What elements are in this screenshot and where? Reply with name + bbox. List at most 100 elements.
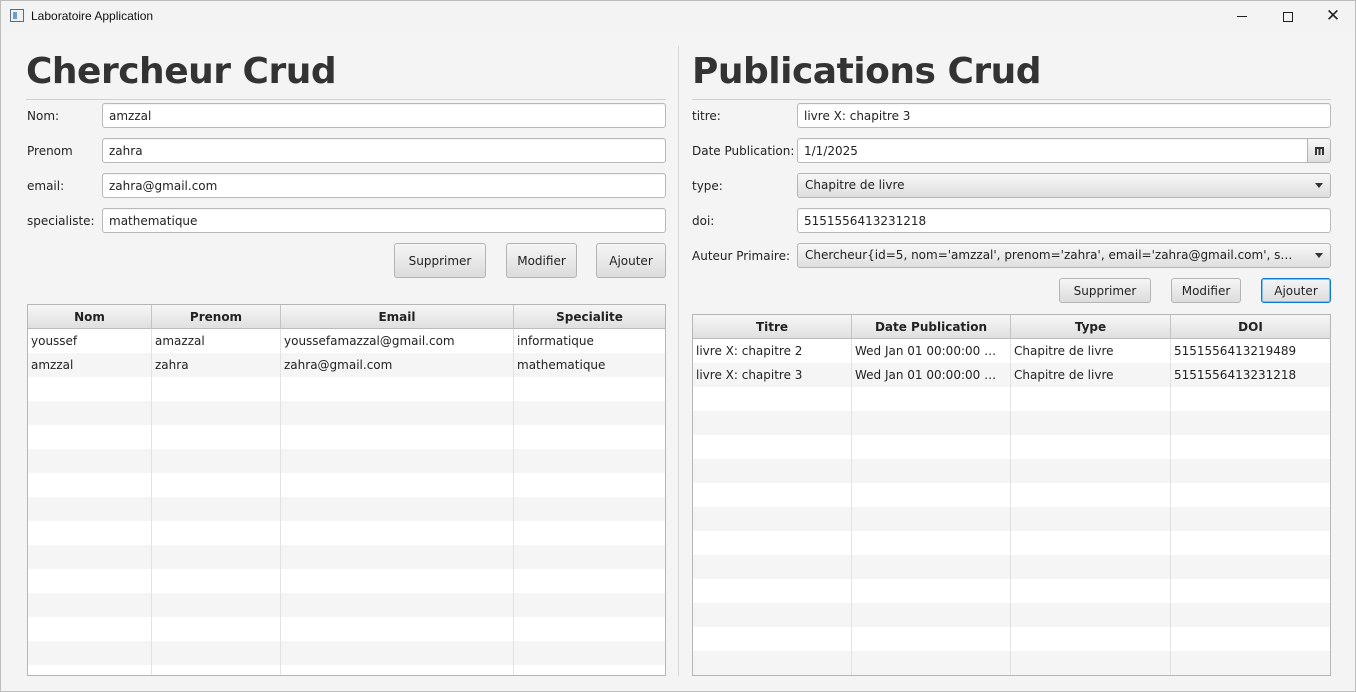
calendar-icon bbox=[1314, 146, 1324, 155]
table-row[interactable]: livre X: chapitre 3 Wed Jan 01 00:00:00 … bbox=[693, 363, 1330, 387]
empty-cell bbox=[852, 387, 1011, 411]
column-header-type[interactable]: Type bbox=[1011, 315, 1171, 339]
publication-modifier-button[interactable]: Modifier bbox=[1171, 278, 1241, 303]
empty-cell bbox=[1011, 459, 1171, 483]
empty-table-row bbox=[28, 593, 665, 617]
empty-table-row bbox=[28, 401, 665, 425]
empty-cell bbox=[514, 593, 665, 617]
empty-cell bbox=[514, 569, 665, 593]
table-row[interactable]: amzzal zahra zahra@gmail.com mathematiqu… bbox=[28, 353, 665, 377]
chercheur-modifier-button[interactable]: Modifier bbox=[506, 243, 577, 278]
maximize-button[interactable] bbox=[1265, 1, 1311, 32]
empty-cell bbox=[28, 641, 152, 665]
column-header-titre[interactable]: Titre bbox=[693, 315, 852, 339]
empty-cell bbox=[28, 521, 152, 545]
empty-cell bbox=[1171, 507, 1330, 531]
empty-cell bbox=[1011, 603, 1171, 627]
specialiste-input[interactable] bbox=[102, 208, 666, 233]
email-input[interactable] bbox=[102, 173, 666, 198]
empty-table-row bbox=[693, 411, 1330, 435]
empty-cell bbox=[852, 459, 1011, 483]
empty-cell bbox=[514, 641, 665, 665]
column-header-nom[interactable]: Nom bbox=[28, 305, 152, 329]
publication-ajouter-button[interactable]: Ajouter bbox=[1261, 278, 1331, 303]
chercheur-ajouter-button[interactable]: Ajouter bbox=[596, 243, 666, 278]
empty-table-row bbox=[693, 627, 1330, 651]
column-header-specialite[interactable]: Specialite bbox=[514, 305, 665, 329]
empty-cell bbox=[1171, 387, 1330, 411]
empty-table-row bbox=[28, 473, 665, 497]
auteur-selected-value: Chercheur{id=5, nom='amzzal', prenom='za… bbox=[805, 248, 1331, 262]
cell-specialite: mathematique bbox=[517, 358, 606, 372]
empty-cell bbox=[152, 377, 281, 401]
column-header-prenom[interactable]: Prenom bbox=[152, 305, 281, 329]
column-header-date-publication[interactable]: Date Publication bbox=[852, 315, 1011, 339]
column-header-doi[interactable]: DOI bbox=[1171, 315, 1330, 339]
publication-supprimer-button[interactable]: Supprimer bbox=[1059, 278, 1151, 303]
table-row[interactable]: livre X: chapitre 2 Wed Jan 01 00:00:00 … bbox=[693, 339, 1330, 363]
doi-input[interactable] bbox=[797, 208, 1331, 233]
empty-cell bbox=[852, 435, 1011, 459]
empty-cell bbox=[1011, 627, 1171, 651]
date-publication-input[interactable] bbox=[797, 138, 1308, 163]
empty-cell bbox=[693, 579, 852, 603]
empty-cell bbox=[514, 449, 665, 473]
empty-table-row bbox=[693, 531, 1330, 555]
publications-heading: Publications Crud bbox=[692, 51, 1042, 92]
empty-cell bbox=[693, 627, 852, 651]
empty-cell bbox=[281, 473, 514, 497]
empty-cell bbox=[1011, 483, 1171, 507]
empty-cell bbox=[693, 531, 852, 555]
chercheur-table[interactable]: Nom Prenom Email Specialite youssef amaz… bbox=[27, 304, 666, 676]
empty-cell bbox=[281, 593, 514, 617]
title-bar: Laboratoire Application ✕ bbox=[1, 1, 1355, 32]
empty-cell bbox=[281, 521, 514, 545]
app-window: Laboratoire Application ✕ Chercheur Crud… bbox=[0, 0, 1356, 692]
empty-cell bbox=[281, 401, 514, 425]
empty-cell bbox=[281, 665, 514, 675]
empty-table-row bbox=[693, 435, 1330, 459]
empty-cell bbox=[281, 449, 514, 473]
empty-cell bbox=[693, 411, 852, 435]
prenom-input[interactable] bbox=[102, 138, 666, 163]
empty-cell bbox=[281, 425, 514, 449]
empty-table-row bbox=[28, 425, 665, 449]
minimize-button[interactable] bbox=[1219, 1, 1265, 32]
empty-cell bbox=[1011, 555, 1171, 579]
type-select[interactable]: Chapitre de livre bbox=[797, 173, 1331, 198]
empty-cell bbox=[693, 435, 852, 459]
cell-prenom: amazzal bbox=[152, 329, 281, 353]
empty-cell bbox=[693, 603, 852, 627]
doi-label: doi: bbox=[692, 214, 715, 228]
auteur-primaire-select[interactable]: Chercheur{id=5, nom='amzzal', prenom='za… bbox=[797, 243, 1331, 268]
empty-table-row bbox=[693, 651, 1330, 675]
empty-cell bbox=[28, 545, 152, 569]
empty-cell bbox=[852, 603, 1011, 627]
empty-cell bbox=[1011, 579, 1171, 603]
empty-cell bbox=[1171, 651, 1330, 675]
prenom-label: Prenom bbox=[27, 144, 73, 158]
empty-cell bbox=[1171, 627, 1330, 651]
empty-cell bbox=[852, 507, 1011, 531]
close-button[interactable]: ✕ bbox=[1310, 1, 1356, 32]
cell-nom: amzzal bbox=[28, 353, 152, 377]
column-header-email[interactable]: Email bbox=[281, 305, 514, 329]
app-window-icon bbox=[10, 9, 24, 22]
publications-table[interactable]: Titre Date Publication Type DOI livre X:… bbox=[692, 314, 1331, 676]
table-row[interactable]: youssef amazzal youssefamazzal@gmail.com… bbox=[28, 329, 665, 353]
empty-cell bbox=[28, 665, 152, 675]
cell-type: Chapitre de livre bbox=[1011, 339, 1171, 363]
chercheur-supprimer-button[interactable]: Supprimer bbox=[394, 243, 486, 278]
chercheur-table-header: Nom Prenom Email Specialite bbox=[28, 305, 665, 329]
cell-date-publication: Wed Jan 01 00:00:00 WEST... bbox=[852, 339, 1011, 363]
empty-cell bbox=[1171, 555, 1330, 579]
date-picker-button[interactable] bbox=[1307, 138, 1331, 163]
empty-cell bbox=[28, 569, 152, 593]
maximize-icon bbox=[1283, 11, 1293, 22]
titre-input[interactable] bbox=[797, 103, 1331, 128]
cell-type: Chapitre de livre bbox=[1011, 363, 1171, 387]
nom-input[interactable] bbox=[102, 103, 666, 128]
close-icon: ✕ bbox=[1325, 6, 1341, 26]
empty-cell bbox=[693, 651, 852, 675]
type-selected-value: Chapitre de livre bbox=[805, 178, 905, 192]
